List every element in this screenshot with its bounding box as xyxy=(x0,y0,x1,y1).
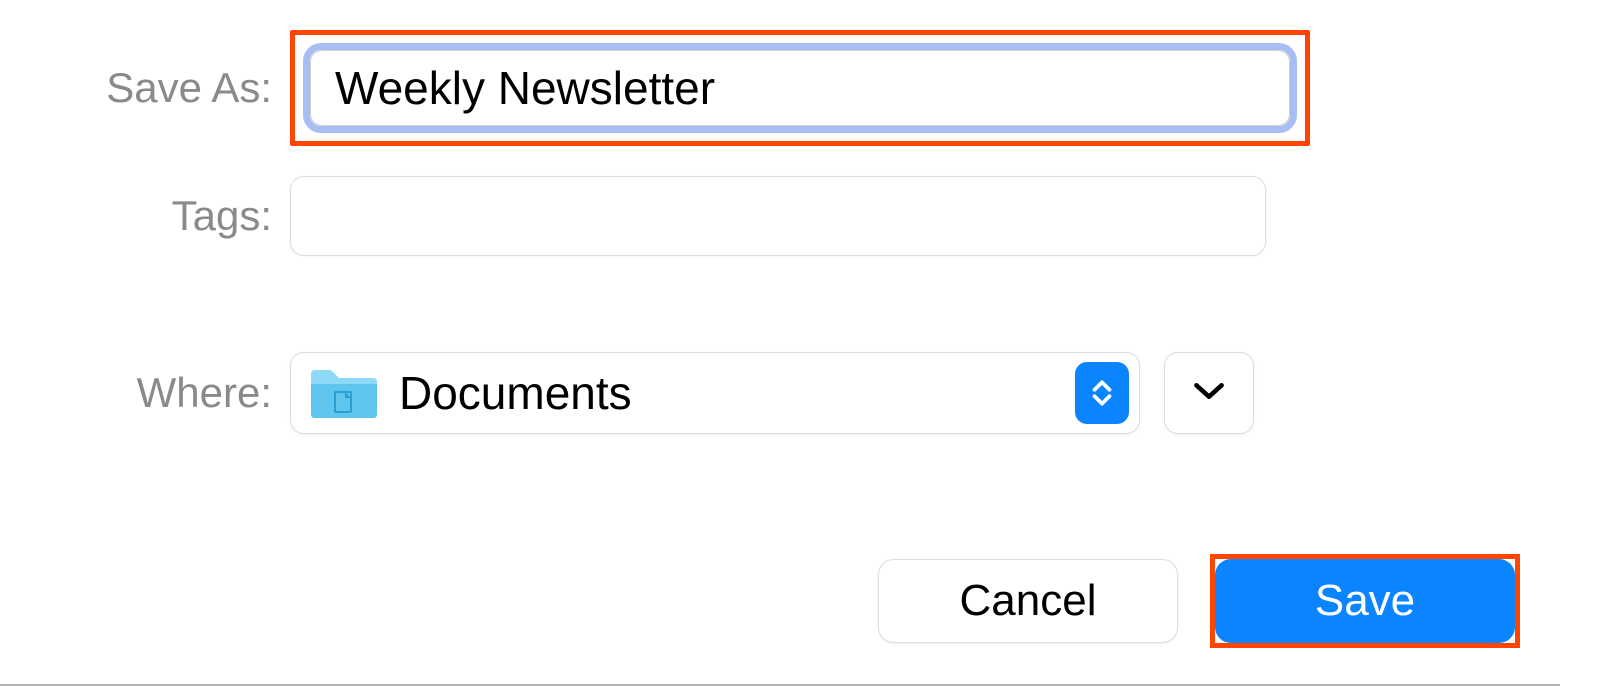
save-button[interactable]: Save xyxy=(1215,559,1515,643)
tags-input[interactable] xyxy=(290,176,1266,256)
save-dialog: Save As: Tags: Where: Documents xyxy=(70,30,1530,648)
cancel-button[interactable]: Cancel xyxy=(878,559,1178,643)
save-as-row: Save As: xyxy=(70,30,1530,146)
tags-row: Tags: xyxy=(70,176,1530,256)
save-as-label: Save As: xyxy=(70,64,290,112)
where-select[interactable]: Documents xyxy=(290,352,1140,434)
chevron-down-icon xyxy=(1193,381,1225,406)
where-value: Documents xyxy=(399,366,1075,420)
expand-button[interactable] xyxy=(1164,352,1254,434)
tags-label: Tags: xyxy=(70,192,290,240)
dialog-footer: Cancel Save xyxy=(70,554,1530,648)
save-as-highlight xyxy=(290,30,1310,146)
documents-folder-icon xyxy=(309,366,379,420)
up-down-chevron-icon xyxy=(1075,362,1129,424)
where-row: Where: Documents xyxy=(70,352,1530,434)
where-label: Where: xyxy=(70,369,290,417)
save-as-input[interactable] xyxy=(310,50,1290,126)
save-as-focus-ring xyxy=(303,43,1297,133)
save-button-highlight: Save xyxy=(1210,554,1520,648)
